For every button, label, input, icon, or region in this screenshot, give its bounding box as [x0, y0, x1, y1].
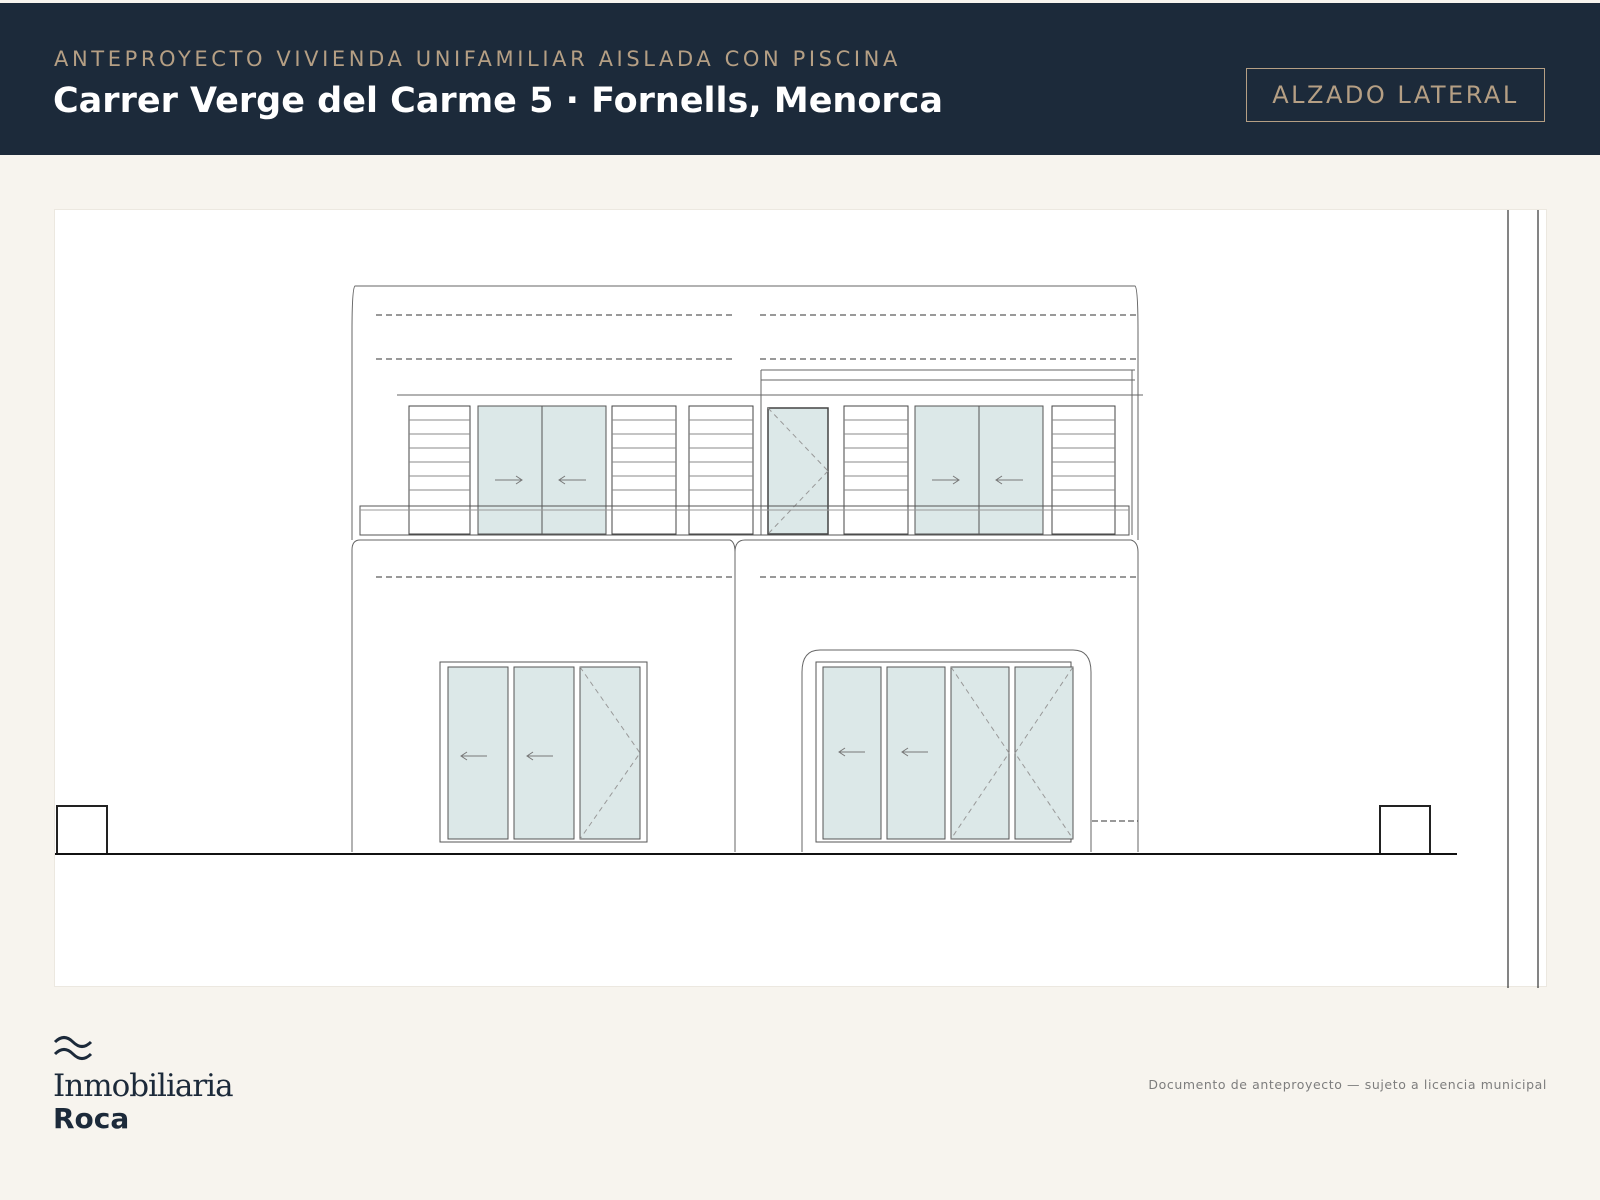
- elevation-drawing: [55, 210, 1539, 988]
- elevation-drawing-panel: [54, 209, 1547, 988]
- boundary-post-right: [1379, 805, 1431, 855]
- brand-logo: Inmobiliaria Roca: [53, 1032, 253, 1142]
- upper-door: [767, 407, 829, 535]
- upper-shutter: [843, 405, 909, 535]
- view-tag: ALZADO LATERAL: [1246, 68, 1545, 122]
- boundary-post-left: [56, 805, 108, 855]
- brand-word-inmobiliaria: Inmobiliaria: [53, 1068, 234, 1104]
- brand-word-roca: Roca: [53, 1102, 130, 1135]
- waves-icon: [53, 1036, 93, 1060]
- header-bar: ANTEPROYECTO VIVIENDA UNIFAMILIAR AISLAD…: [0, 3, 1600, 155]
- footer-note: Documento de anteproyecto — sujeto a lic…: [1148, 1077, 1547, 1092]
- page-title: Carrer Verge del Carme 5 · Fornells, Men…: [53, 81, 944, 121]
- project-kicker: ANTEPROYECTO VIVIENDA UNIFAMILIAR AISLAD…: [54, 47, 901, 71]
- upper-shutter: [408, 405, 471, 535]
- upper-shutter: [688, 405, 754, 535]
- upper-shutter: [1051, 405, 1116, 535]
- upper-shutter: [611, 405, 677, 535]
